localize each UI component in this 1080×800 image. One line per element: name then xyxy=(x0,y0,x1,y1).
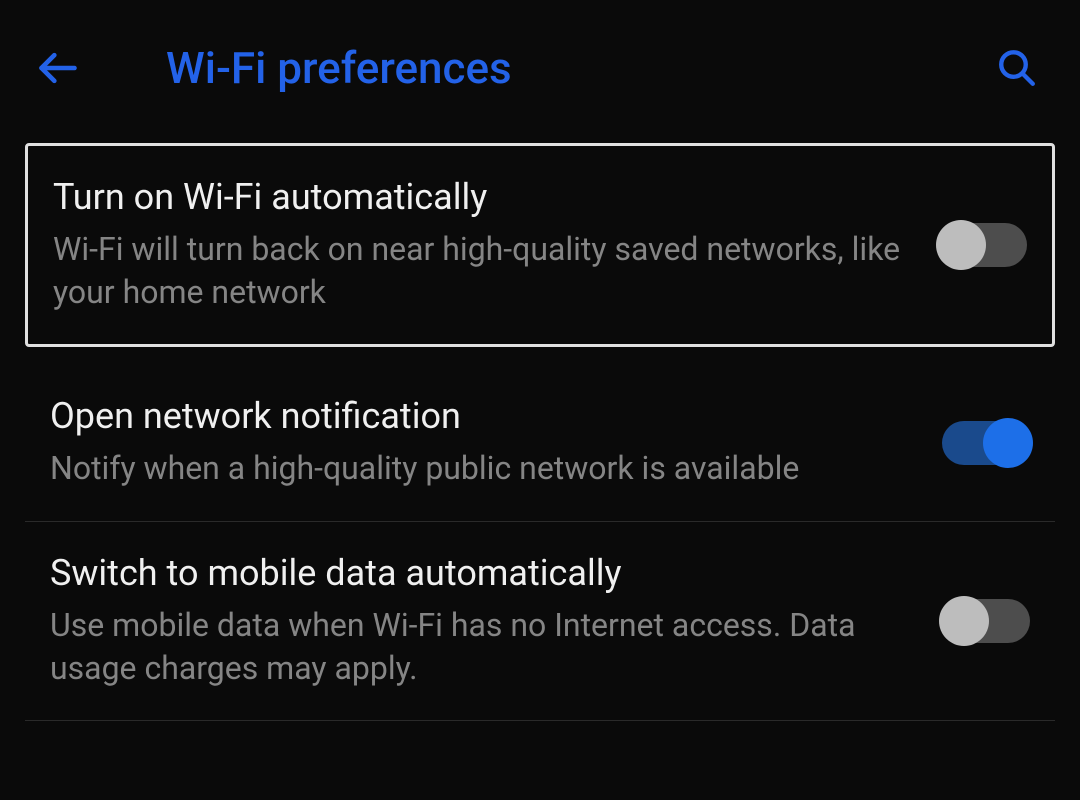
back-button[interactable] xyxy=(30,40,86,96)
setting-text: Switch to mobile data automatically Use … xyxy=(50,552,942,690)
setting-wifi-auto-on[interactable]: Turn on Wi-Fi automatically Wi-Fi will t… xyxy=(25,143,1055,347)
setting-description: Notify when a high-quality public networ… xyxy=(50,447,912,490)
toggle-knob xyxy=(983,418,1033,468)
header: Wi-Fi preferences xyxy=(0,0,1080,135)
page-title: Wi-Fi preferences xyxy=(166,42,992,94)
setting-description: Use mobile data when Wi-Fi has no Intern… xyxy=(50,604,912,690)
search-icon xyxy=(996,47,1038,89)
toggle-knob xyxy=(939,596,989,646)
setting-open-network-notification[interactable]: Open network notification Notify when a … xyxy=(25,365,1055,521)
setting-text: Turn on Wi-Fi automatically Wi-Fi will t… xyxy=(53,176,939,314)
toggle-knob xyxy=(936,220,986,270)
arrow-left-icon xyxy=(36,46,80,90)
setting-title: Turn on Wi-Fi automatically xyxy=(53,176,909,218)
setting-text: Open network notification Notify when a … xyxy=(50,395,942,490)
setting-switch-mobile-data[interactable]: Switch to mobile data automatically Use … xyxy=(25,522,1055,721)
toggle-wifi-auto-on[interactable] xyxy=(939,223,1027,267)
toggle-open-network-notification[interactable] xyxy=(942,421,1030,465)
setting-description: Wi-Fi will turn back on near high-qualit… xyxy=(53,228,909,314)
search-button[interactable] xyxy=(992,43,1042,93)
setting-title: Switch to mobile data automatically xyxy=(50,552,912,594)
toggle-switch-mobile-data[interactable] xyxy=(942,599,1030,643)
settings-list: Turn on Wi-Fi automatically Wi-Fi will t… xyxy=(0,135,1080,721)
setting-title: Open network notification xyxy=(50,395,912,437)
